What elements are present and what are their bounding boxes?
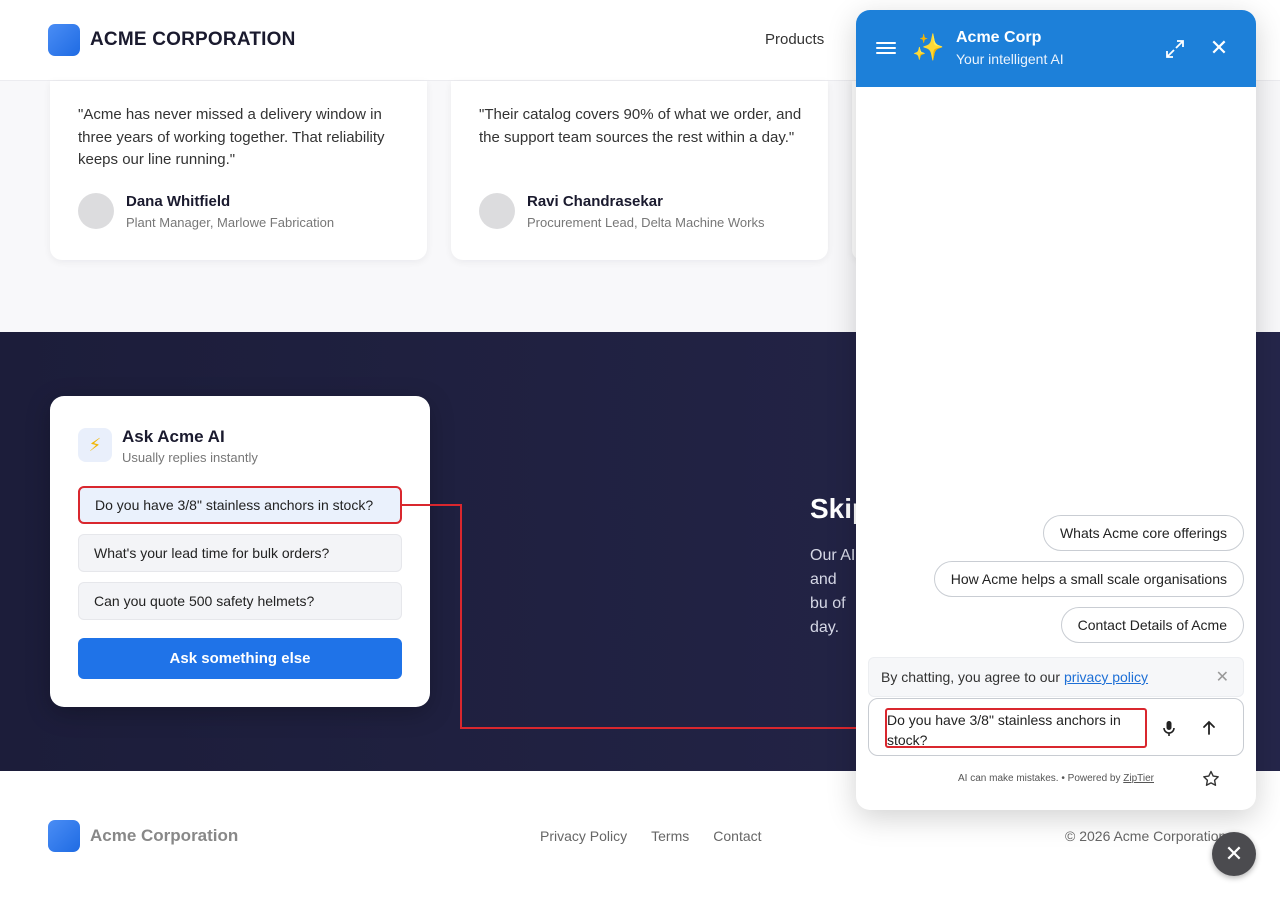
testimonial-name: Dana Whitfield <box>126 193 231 210</box>
annotation-connector <box>402 504 462 506</box>
close-icon[interactable]: ✕ <box>1208 36 1230 60</box>
lightning-icon: ⚡ <box>78 428 112 462</box>
ask-something-else-button[interactable]: Ask something else <box>78 638 402 679</box>
disclaimer-text: AI can make mistakes. <box>957 773 1059 784</box>
brand-mark-icon <box>48 24 80 56</box>
avatar <box>78 193 114 229</box>
send-arrow-icon[interactable] <box>1199 718 1219 738</box>
testimonial-quote: "Their catalog covers 90% of what we ord… <box>479 106 802 146</box>
privacy-text: By chatting, you agree to our <box>881 669 1060 685</box>
testimonial-card: "Their catalog covers 90% of what we ord… <box>451 81 828 260</box>
brand-mark-icon <box>48 820 80 852</box>
powered-by-text: Powered by <box>1067 773 1121 784</box>
suggested-question-lead-time[interactable]: What's your lead time for bulk orders? <box>78 534 402 572</box>
menu-icon[interactable] <box>876 42 896 56</box>
suggested-question-quote[interactable]: Can you quote 500 safety helmets? <box>78 582 402 620</box>
annotation-connector <box>460 504 462 729</box>
brand-logo[interactable]: ACME CORPORATION <box>48 24 296 56</box>
suggested-question-stock[interactable]: Do you have 3/8" stainless anchors in st… <box>78 486 402 524</box>
disclaimer-separator: • <box>1061 773 1065 784</box>
powered-by-link[interactable]: ZipTier <box>1123 773 1154 784</box>
footer-link-privacy[interactable]: Privacy Policy <box>540 828 627 844</box>
testimonial-card: "Acme has never missed a delivery window… <box>50 81 427 260</box>
chat-composer: Do you have 3/8" stainless anchors in st… <box>868 698 1244 756</box>
chat-title: Acme Corp <box>956 29 1042 46</box>
promo-body: Our AI and bu of day. <box>810 547 856 636</box>
chat-toggle-close-icon[interactable]: ✕ <box>1212 832 1256 876</box>
testimonial-quote: "Acme has never missed a delivery window… <box>78 106 385 168</box>
chat-suggestion-contact[interactable]: Contact Details of Acme <box>1060 607 1244 643</box>
ask-ai-card: ⚡ Ask Acme AI Usually replies instantly … <box>50 396 430 707</box>
nav-products-link[interactable]: Products <box>765 31 824 48</box>
footer-link-terms[interactable]: Terms <box>651 828 689 844</box>
ask-card-subtitle: Usually replies instantly <box>122 450 258 465</box>
footer-links: Privacy Policy Terms Contact <box>540 828 762 844</box>
footer-link-contact[interactable]: Contact <box>713 828 761 844</box>
sparkle-icon: ✨ <box>912 32 945 62</box>
chat-disclaimer: AI can make mistakes. • Powered by ZipTi… <box>856 773 1256 789</box>
chat-subtitle: Your intelligent AI <box>956 51 1064 67</box>
chat-suggestion-small-orgs[interactable]: How Acme helps a small scale organisatio… <box>933 561 1244 597</box>
promo-heading: Skip <box>810 493 856 524</box>
expand-icon[interactable] <box>1164 38 1186 60</box>
avatar <box>479 193 515 229</box>
brand-name: ACME CORPORATION <box>90 29 296 50</box>
chat-widget: ✨ Acme Corp Your intelligent AI ✕ Whats … <box>856 10 1256 810</box>
annotation-connector <box>460 727 878 729</box>
star-pin-icon[interactable] <box>1202 770 1220 788</box>
message-input[interactable]: Do you have 3/8" stainless anchors in st… <box>885 708 1147 748</box>
chat-suggestion-offerings[interactable]: Whats Acme core offerings <box>1042 515 1244 551</box>
privacy-policy-link[interactable]: privacy policy <box>1064 669 1148 685</box>
privacy-notice: By chatting, you agree to our privacy po… <box>868 657 1244 697</box>
testimonial-name: Ravi Chandrasekar <box>527 193 663 210</box>
dismiss-icon[interactable]: ✕ <box>1216 667 1229 687</box>
microphone-icon[interactable] <box>1159 718 1179 738</box>
testimonial-role: Procurement Lead, Delta Machine Works <box>527 215 765 230</box>
chat-header: ✨ Acme Corp Your intelligent AI ✕ <box>856 10 1256 87</box>
footer-brand-name: Acme Corporation <box>90 826 239 845</box>
footer-copyright: © 2026 Acme Corporation <box>1065 828 1227 844</box>
ask-card-title: Ask Acme AI <box>122 427 225 446</box>
footer-brand[interactable]: Acme Corporation <box>48 820 238 852</box>
testimonial-role: Plant Manager, Marlowe Fabrication <box>126 215 335 230</box>
